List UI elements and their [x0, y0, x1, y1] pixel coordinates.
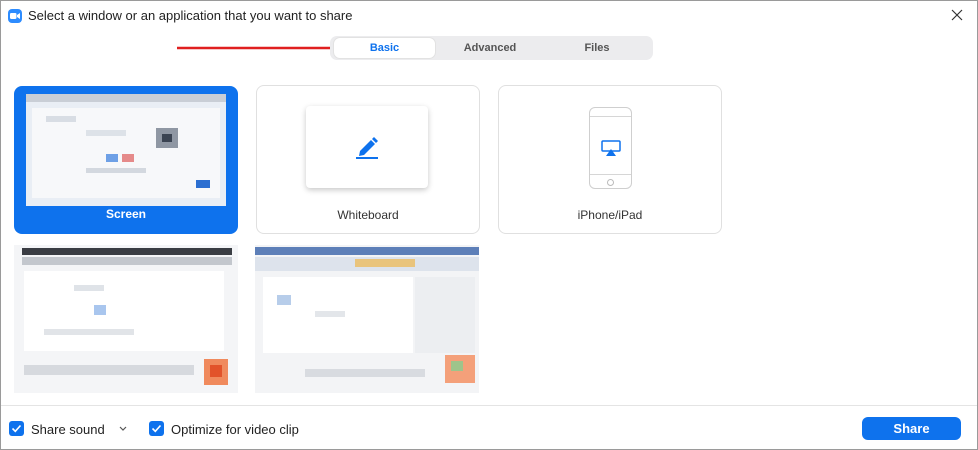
- share-option-label: Whiteboard: [337, 208, 399, 222]
- share-sound-label: Share sound: [31, 422, 105, 437]
- whiteboard-preview: [306, 106, 428, 188]
- chevron-down-icon[interactable]: [118, 425, 128, 433]
- share-option-screen[interactable]: Screen: [14, 86, 238, 234]
- share-option-label: iPhone/iPad: [577, 208, 643, 222]
- window-thumbnail[interactable]: [14, 245, 238, 393]
- share-option-iphone-ipad[interactable]: iPhone/iPad: [498, 85, 722, 234]
- share-option-whiteboard[interactable]: Whiteboard: [256, 85, 480, 234]
- tab-advanced[interactable]: Advanced: [437, 36, 543, 60]
- title-bar: Select a window or an application that y…: [1, 1, 977, 31]
- pen-icon: [356, 137, 378, 159]
- share-screen-dialog: Select a window or an application that y…: [0, 0, 978, 450]
- share-button[interactable]: Share: [862, 417, 961, 440]
- airplay-icon: [601, 140, 621, 156]
- red-arrow-pointer: [177, 41, 353, 55]
- footer-divider: [1, 405, 977, 406]
- desktop-thumbnail: [26, 94, 226, 206]
- share-tabs: Basic Advanced Files: [330, 36, 653, 60]
- close-icon[interactable]: [947, 5, 967, 25]
- phone-icon: [589, 107, 632, 189]
- share-option-label: Screen: [105, 207, 147, 221]
- window-title: Select a window or an application that y…: [28, 8, 353, 23]
- zoom-camera-icon: [8, 9, 22, 23]
- tab-files[interactable]: Files: [544, 36, 650, 60]
- window-thumbnail[interactable]: [255, 245, 479, 393]
- tab-basic[interactable]: Basic: [333, 37, 436, 59]
- optimize-video-checkbox[interactable]: [149, 421, 164, 436]
- optimize-video-label: Optimize for video clip: [171, 422, 299, 437]
- share-sound-checkbox[interactable]: [9, 421, 24, 436]
